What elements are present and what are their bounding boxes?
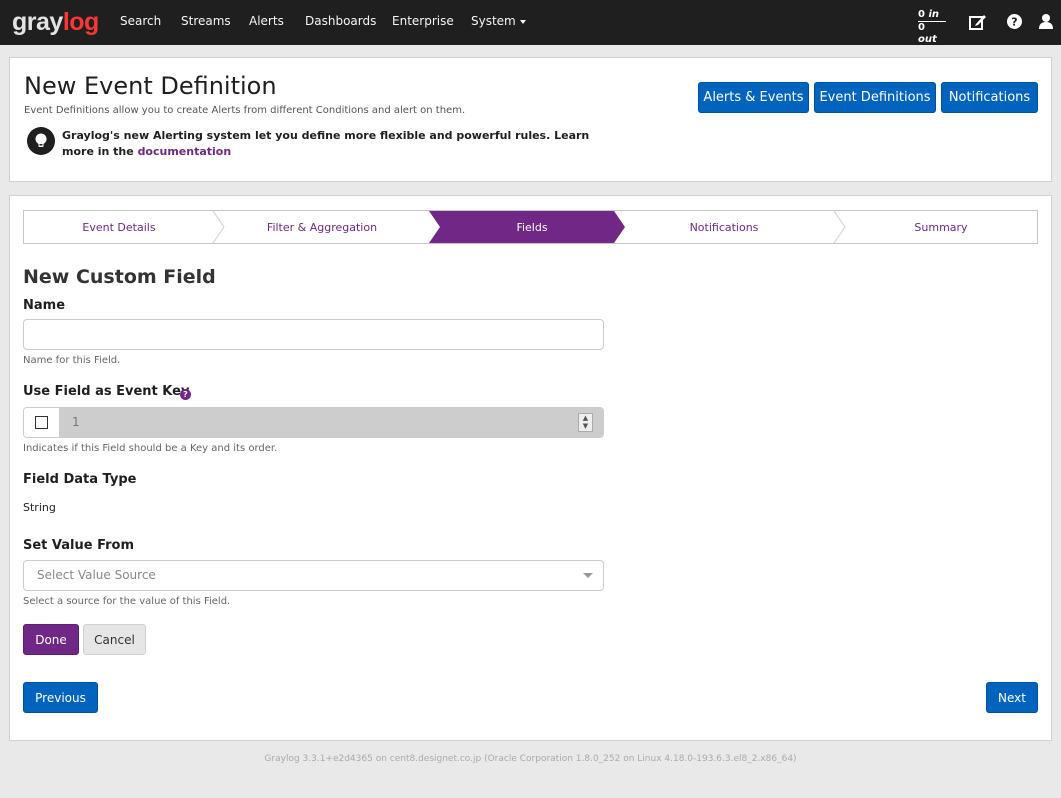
notifications-button[interactable]: Notifications [941, 82, 1038, 113]
done-button[interactable]: Done [23, 624, 79, 655]
lightbulb-icon [27, 127, 55, 155]
throughput-in-label: in [928, 9, 939, 20]
step-filter-aggregation[interactable]: Filter & Aggregation [224, 211, 420, 243]
question-circle-icon[interactable]: ? [180, 389, 191, 400]
help-icon[interactable]: ? [1006, 13, 1023, 34]
throughput-in-value: 0 [918, 9, 925, 20]
event-key-checkbox[interactable] [35, 416, 48, 429]
event-key-label: Use Field as Event Key [23, 384, 190, 399]
user-icon[interactable] [1038, 13, 1054, 34]
data-type-label: Field Data Type [23, 472, 137, 487]
step-event-details[interactable]: Event Details [24, 211, 214, 243]
caret-down-icon [583, 573, 593, 578]
chevron-down-icon [519, 19, 526, 24]
value-from-help: Select a source for the value of this Fi… [23, 596, 231, 607]
section-title: New Custom Field [23, 266, 216, 288]
top-navbar: graylog Search Streams Alerts Dashboards… [0, 0, 1061, 45]
nav-enterprise[interactable]: Enterprise [392, 14, 454, 28]
step-summary[interactable]: Summary [845, 211, 1037, 243]
alerts-events-button[interactable]: Alerts & Events [698, 82, 809, 113]
graylog-logo[interactable]: graylog [12, 8, 99, 37]
throughput-indicator[interactable]: 0 in 0 out [918, 9, 946, 46]
logo-part-log: log [62, 8, 100, 36]
step-fields[interactable]: Fields [440, 211, 624, 243]
previous-button[interactable]: Previous [23, 682, 98, 713]
number-spinner[interactable]: ▲ ▼ [578, 413, 593, 432]
event-definitions-button[interactable]: Event Definitions [814, 82, 936, 113]
logo-part-gray: gray [12, 8, 63, 36]
wizard-steps: Event Details Filter & Aggregation Field… [23, 210, 1038, 244]
event-key-addon [24, 408, 60, 437]
svg-text:?: ? [1011, 16, 1017, 29]
alerting-info-text: Graylog's new Alerting system let you de… [62, 128, 622, 160]
documentation-link[interactable]: documentation [138, 145, 232, 158]
name-label: Name [23, 298, 66, 313]
event-key-input-group: 1 ▲ ▼ [23, 407, 604, 438]
next-button[interactable]: Next [986, 682, 1038, 713]
value-source-placeholder: Select Value Source [37, 568, 156, 582]
page-description: Event Definitions allow you to create Al… [24, 105, 466, 116]
page-header-panel: New Event Definition Event Definitions a… [9, 57, 1052, 182]
cancel-button[interactable]: Cancel [83, 624, 146, 655]
event-key-help: Indicates if this Field should be a Key … [23, 443, 278, 454]
nav-search[interactable]: Search [120, 14, 161, 28]
nav-streams[interactable]: Streams [181, 14, 231, 28]
footer-version: Graylog 3.3.1+e2d4365 on cent8.designet.… [264, 754, 797, 764]
event-key-order-value: 1 [72, 415, 80, 429]
wizard-content-panel: Event Details Filter & Aggregation Field… [9, 195, 1052, 741]
nav-alerts[interactable]: Alerts [249, 14, 284, 28]
name-input[interactable] [23, 319, 604, 350]
throughput-out-label: out [918, 34, 937, 45]
name-help: Name for this Field. [23, 355, 121, 366]
data-type-value: String [23, 501, 56, 514]
value-source-select[interactable]: Select Value Source [23, 560, 604, 591]
event-key-order-input[interactable]: 1 ▲ ▼ [60, 408, 603, 437]
nav-system[interactable]: System [471, 14, 526, 28]
step-notifications[interactable]: Notifications [625, 211, 823, 243]
page-title: New Event Definition [24, 72, 277, 100]
value-from-label: Set Value From [23, 538, 135, 553]
nav-system-label: System [471, 14, 516, 28]
edit-icon[interactable] [968, 12, 988, 36]
throughput-out-value: 0 [918, 22, 925, 33]
nav-dashboards[interactable]: Dashboards [305, 14, 376, 28]
